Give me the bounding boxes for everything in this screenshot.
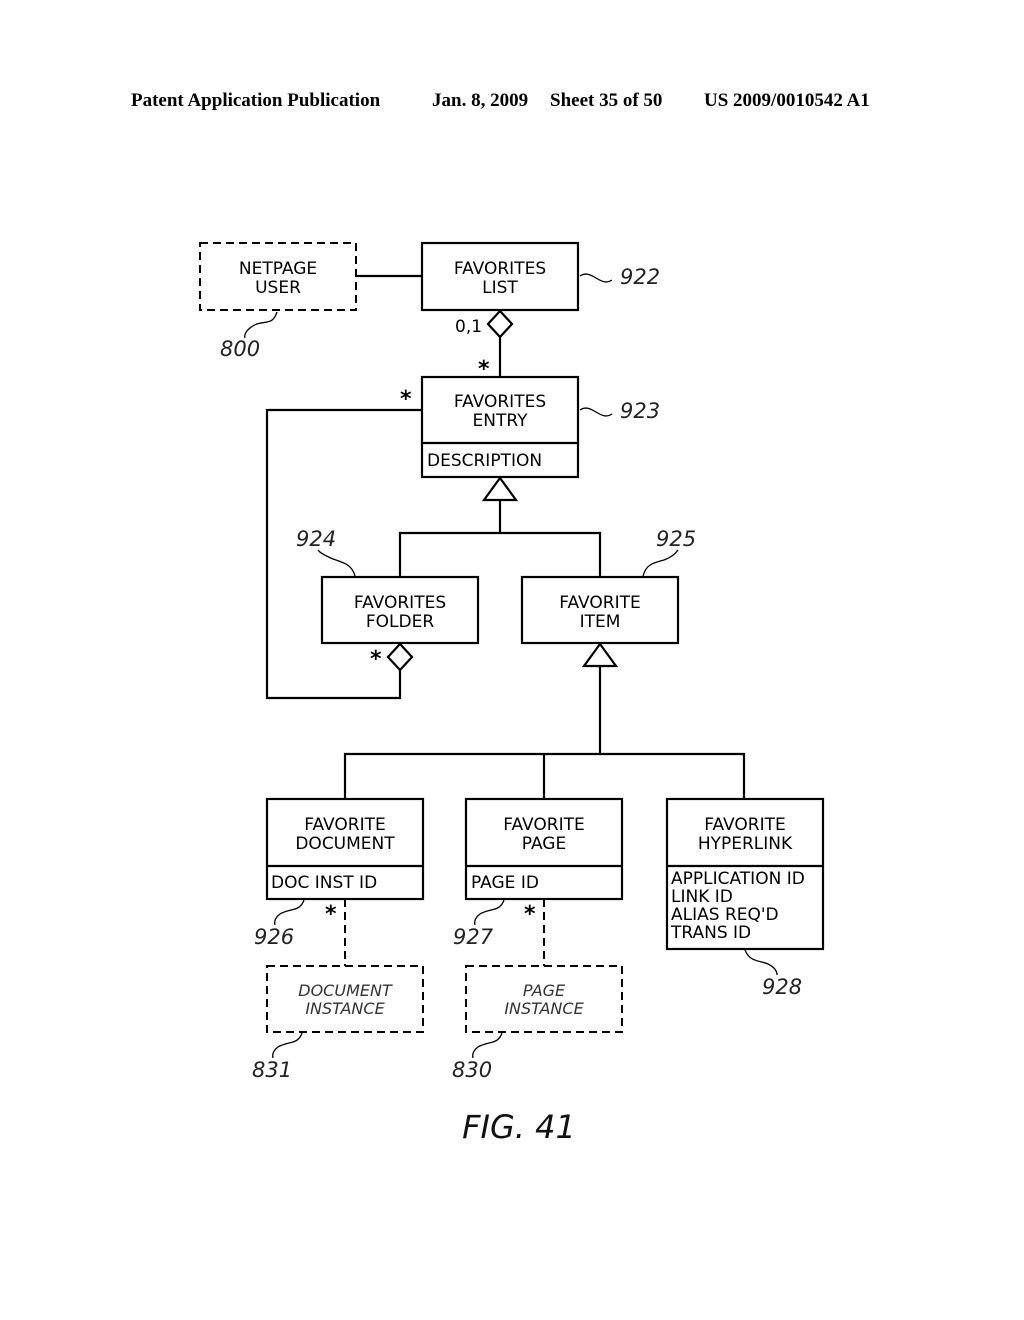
multiplicity-entry: * xyxy=(478,357,490,382)
class-name-line1: DOCUMENT xyxy=(298,981,393,1000)
class-name-line1: FAVORITE xyxy=(559,593,640,613)
attribute-link-id: LINK ID xyxy=(671,887,733,907)
class-name-line1: FAVORITE xyxy=(503,815,584,835)
multiplicity-list: 0,1 xyxy=(455,317,482,337)
generalization-branch-entry xyxy=(398,531,602,577)
ref-numeral-800: 800 xyxy=(220,337,260,361)
uml-class-diagram: NETPAGE USER FAVORITES LIST FAVORITES EN… xyxy=(199,241,825,1146)
class-name-line2: ITEM xyxy=(580,612,621,632)
class-name-line1: FAVORITES xyxy=(454,259,546,279)
class-favorite-page: FAVORITE PAGE PAGE ID xyxy=(464,797,624,901)
generalization-triangle-icon xyxy=(481,476,519,502)
multiplicity-page-instance: * xyxy=(524,902,536,927)
leader-925 xyxy=(642,549,679,577)
class-name-line2: PAGE xyxy=(522,834,566,854)
attribute-doc-inst-id: DOC INST ID xyxy=(271,873,377,893)
aggregation-diamond-icon xyxy=(486,309,514,339)
class-favorite-item: FAVORITE ITEM xyxy=(520,575,680,645)
attribute-alias-reqd: ALIAS REQ'D xyxy=(671,905,779,925)
ref-numeral-926: 926 xyxy=(254,925,294,949)
attribute-trans-id: TRANS ID xyxy=(670,923,751,943)
class-name-line2: HYPERLINK xyxy=(698,834,793,854)
multiplicity-folder: * xyxy=(370,647,382,672)
class-name-line1: FAVORITE xyxy=(304,815,385,835)
class-name-line2: LIST xyxy=(482,278,518,298)
leader-923 xyxy=(579,407,613,417)
ref-numeral-922: 922 xyxy=(620,265,660,289)
leader-928 xyxy=(744,949,778,976)
leader-927 xyxy=(474,899,505,926)
multiplicity-entry-folder: * xyxy=(400,387,412,412)
class-name-line1: FAVORITES xyxy=(454,392,546,412)
ref-numeral-928: 928 xyxy=(762,975,802,999)
ref-numeral-924: 924 xyxy=(296,527,336,551)
attribute-description: DESCRIPTION xyxy=(427,451,542,471)
class-netpage-user: NETPAGE USER xyxy=(199,242,357,311)
attribute-page-id: PAGE ID xyxy=(471,873,539,893)
class-name-line1: NETPAGE xyxy=(239,259,317,279)
item-generalization-triangle-icon xyxy=(581,642,619,668)
class-document-instance: DOCUMENT INSTANCE xyxy=(266,965,424,1033)
class-favorites-folder: FAVORITES FOLDER xyxy=(320,575,480,645)
class-favorites-entry: FAVORITES ENTRY DESCRIPTION xyxy=(420,375,580,479)
leader-926 xyxy=(274,899,305,926)
class-name-line1: FAVORITE xyxy=(704,815,785,835)
class-name-line2: USER xyxy=(255,278,301,298)
class-name-line2: FOLDER xyxy=(366,612,434,632)
ref-numeral-923: 923 xyxy=(620,399,660,423)
ref-numeral-830: 830 xyxy=(452,1058,492,1082)
ref-numeral-831: 831 xyxy=(252,1058,292,1082)
leader-830 xyxy=(472,1032,503,1059)
class-name-line1: FAVORITES xyxy=(354,593,446,613)
folder-aggregation-diamond-icon xyxy=(386,642,414,672)
leader-924 xyxy=(317,549,356,577)
class-name-line2: DOCUMENT xyxy=(295,834,395,854)
class-favorites-list: FAVORITES LIST xyxy=(420,241,580,312)
ref-numeral-925: 925 xyxy=(656,527,696,551)
ref-numeral-927: 927 xyxy=(453,925,494,949)
multiplicity-doc-instance: * xyxy=(325,902,337,927)
class-name-line1: PAGE xyxy=(523,981,566,1000)
class-name-line2: INSTANCE xyxy=(305,999,385,1018)
leader-800 xyxy=(244,311,278,339)
attribute-application-id: APPLICATION ID xyxy=(671,869,805,889)
class-name-line2: ENTRY xyxy=(473,411,529,431)
class-page-instance: PAGE INSTANCE xyxy=(465,965,623,1033)
leader-831 xyxy=(272,1032,303,1059)
leader-922 xyxy=(579,273,613,283)
class-name-line2: INSTANCE xyxy=(504,999,584,1018)
figure-label: FIG. 41 xyxy=(462,1108,576,1146)
class-favorite-hyperlink: FAVORITE HYPERLINK APPLICATION ID LINK I… xyxy=(665,797,825,951)
class-favorite-document: FAVORITE DOCUMENT DOC INST ID xyxy=(265,797,425,901)
